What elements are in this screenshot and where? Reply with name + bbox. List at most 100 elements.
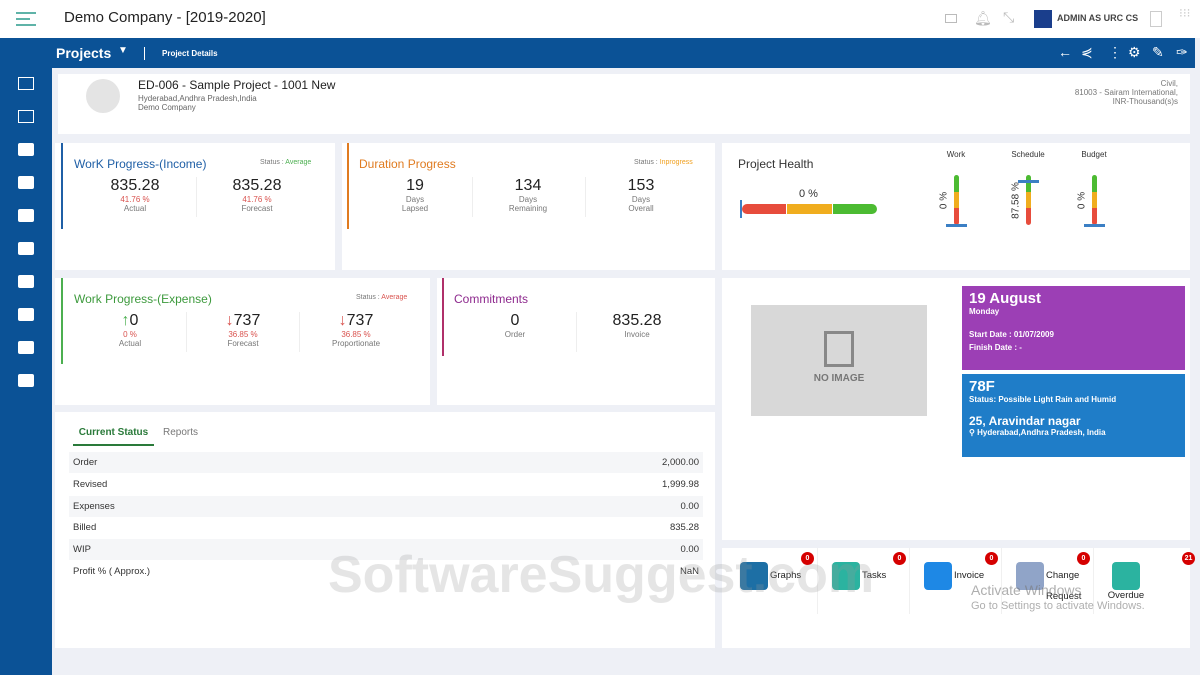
sidebar [0,68,52,675]
back-icon[interactable]: ← [1058,44,1072,60]
shortcut-graphs[interactable]: Graphs 0 [728,548,818,614]
down-arrow-icon: ↓ [225,312,234,329]
expense-card: Work Progress-(Expense) Status : Average… [55,278,430,405]
row-value: 1,999.98 [662,478,699,490]
shortcut-tasks[interactable]: Tasks 0 [820,548,910,614]
pct: 36.85 % [341,330,371,339]
gauge-label: Schedule [1011,150,1045,159]
module-title[interactable]: Projects [56,45,111,61]
label: Proportionate [331,339,381,348]
row-value: NaN [679,566,699,577]
row-label: WIP [73,544,91,556]
no-image-text: NO IMAGE [813,373,865,384]
module-header: Projects ▼ Project Details ← ⋞ ⋮ ⚙ ✎ ✑ [0,38,1195,68]
breadcrumb[interactable]: Project Details [162,49,218,58]
commitments-invoice: 835.28 [612,312,662,329]
hamburger-menu-icon[interactable] [16,12,36,26]
divider [144,47,145,60]
address: 25, Aravindar nagar [969,414,1081,428]
activate-windows-title: Activate Windows [971,582,1082,598]
label: Overall [628,204,654,213]
shortcut-label: Graphs [770,570,802,581]
dashboard-icon[interactable] [18,110,34,123]
folder-icon[interactable] [18,176,34,189]
user-name[interactable]: ADMIN AS URC CS [1057,13,1138,23]
apps-grid-icon[interactable]: ⁝⁝⁝ [1179,7,1190,19]
gauge-label: Budget [1081,150,1107,159]
count-badge: 0 [985,552,998,565]
days-lapsed: 19 [406,177,424,194]
table-row: Billed 835.28 [69,517,703,538]
avatar[interactable] [1034,10,1052,28]
gauge-value: 0 % [1076,191,1088,210]
table-row: Revised 1,999.98 [69,474,703,495]
shortcut-label: Invoice [954,570,985,581]
invoice-icon [924,562,952,590]
row-value: 0.00 [680,500,700,512]
overdue-icon [1112,562,1140,590]
collapse-icon[interactable]: ⤡ [1003,9,1014,26]
bar-chart-icon [740,562,768,590]
gauge-bar [954,175,959,225]
gear-icon[interactable]: ⚙ [1128,44,1141,61]
row-value: 2,000.00 [662,457,699,468]
folder-icon[interactable] [18,143,34,156]
activate-windows-subtitle: Go to Settings to activate Windows. [971,600,1145,612]
row-value: 0.00 [680,544,700,556]
project-location: Hyderabad,Andhra Pradesh,India [138,94,257,103]
health-bar [742,204,877,214]
weather-status: Status: Possible Light Rain and Humid [969,395,1117,404]
row-label: Revised [73,478,108,490]
commitments-card: Commitments 0 Order 835.28 Invoice [437,278,715,405]
label: Actual [118,339,142,348]
label: Lapsed [401,204,429,213]
logout-icon[interactable] [1150,11,1162,27]
folder-icon[interactable] [18,374,34,387]
more-icon[interactable]: ⋮ [1108,44,1122,61]
status-badge: Average [381,294,408,301]
status-label: Status : [356,294,380,301]
dashboard-icon[interactable] [18,77,34,90]
location-pin-icon: ⚲ [969,428,978,437]
status-badge: Inprogress [659,159,693,166]
income-actual: 835.28 [110,177,160,194]
edit-icon[interactable]: ✎ [1152,44,1164,61]
label: Invoice [624,330,650,339]
shortcuts-card: Graphs 0 Tasks 0 Invoice 0 Change Request 0 Over… [722,548,1195,648]
label: Forecast [241,204,273,213]
income-card: WorK Progress-(Income) Status : Average … [55,143,335,270]
module-dropdown-icon[interactable]: ▼ [118,45,128,56]
status-card: Current Status Reports Order 2,000.00 Revi… [55,412,715,648]
tab-reports[interactable]: Reports [163,427,198,438]
status-table: Order 2,000.00 Revised 1,999.98 Expenses 0.00… [55,452,715,592]
project-type: Civil, [1160,79,1178,88]
table-row: Order 2,000.00 [69,452,703,473]
folder-icon[interactable] [18,242,34,255]
share-icon[interactable]: ⋞ [1081,44,1093,61]
folder-icon[interactable] [18,308,34,321]
income-forecast: 835.28 [232,177,282,194]
day: Monday [969,307,1000,316]
bell-icon[interactable]: 🔔︎ [974,10,992,27]
mail-icon[interactable] [945,14,957,23]
top-bar: Demo Company - [2019-2020] 🔔︎ ⤡ ADMIN AS… [0,0,1200,38]
row-label: Profit % ( Approx.) [73,566,151,577]
folder-icon[interactable] [18,209,34,222]
label: Remaining [508,204,548,213]
status-label: Status : [260,159,284,166]
folder-icon[interactable] [18,341,34,354]
gauge-value: 87.58 % [1010,182,1022,219]
project-name: ED-006 - Sample Project - 1001 New [138,78,336,92]
date: 19 August [969,290,1041,307]
income-actual-pct: 41.76 % [120,195,150,204]
duration-card: Duration Progress Status : Inprogress 19… [342,143,715,270]
tab-current-status[interactable]: Current Status [73,427,154,446]
folder-icon[interactable] [18,275,34,288]
health-title: Project Health [738,157,814,171]
income-forecast-pct: 41.76 % [242,195,272,204]
pin-icon[interactable]: ✑ [1176,44,1188,61]
expense-actual: 0 [129,312,139,329]
pct: 0 % [123,330,137,339]
date-card: 19 August Monday Start Date : 01/07/2009… [962,286,1185,370]
project-currency: INR-Thousand(s)s [1112,97,1178,106]
